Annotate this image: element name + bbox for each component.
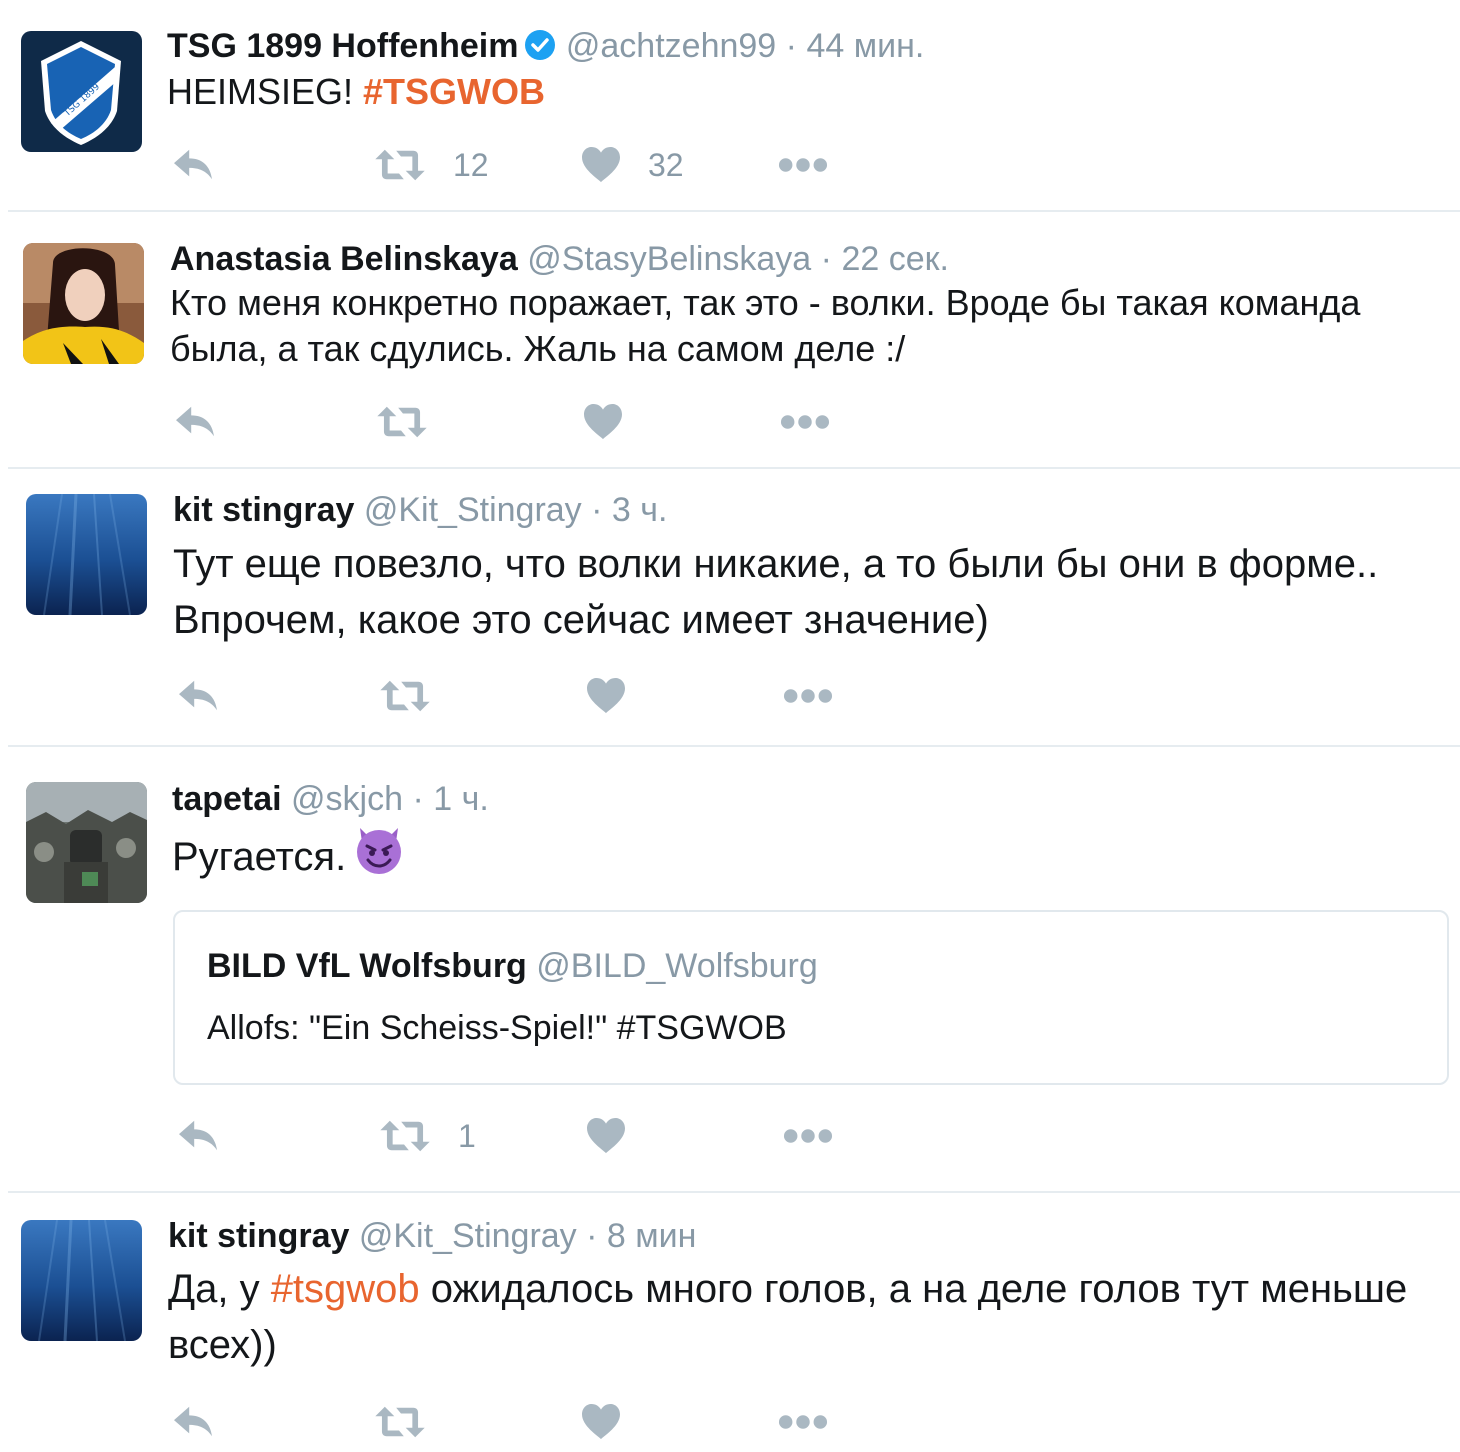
timestamp[interactable]: 8 мин [607,1217,697,1255]
heart-icon [580,1403,622,1441]
hashtag-link[interactable]: #tsgwob [271,1267,420,1311]
tweet-text-line: всех)) [168,1323,277,1367]
screen-name[interactable]: @Kit_Stingray [359,1217,577,1255]
reply-button[interactable] [170,1398,216,1446]
avatar[interactable] [21,1220,142,1341]
tweet-header: kit stingray @Kit_Stingray · 8 мин [168,1216,696,1256]
tweet-text-part: Да, у [168,1267,271,1311]
more-button[interactable] [778,1398,828,1446]
more-icon [778,1414,828,1430]
like-button[interactable] [580,1398,622,1446]
tweet-text-part: ожидалось много голов, а на деле голов т… [419,1267,1408,1311]
timeline: TSG 1899 TSG 1899 Hoffenheim @achtzehn99… [0,0,1460,1452]
underwater-icon [21,1220,142,1341]
tweet-kit-stingray-2[interactable]: kit stingray @Kit_Stingray · 8 мин Да, у… [0,0,1460,1452]
reply-icon [170,1403,216,1441]
retweet-button[interactable] [373,1398,427,1446]
tweet-text-line: Да, у #tsgwob ожидалось много голов, а н… [168,1261,1407,1317]
tweet-text: Да, у #tsgwob ожидалось много голов, а н… [168,1261,1407,1373]
tweet-actions [170,1398,870,1446]
retweet-icon [373,1403,427,1441]
user-name[interactable]: kit stingray [168,1217,349,1255]
separator: · [586,1217,598,1255]
